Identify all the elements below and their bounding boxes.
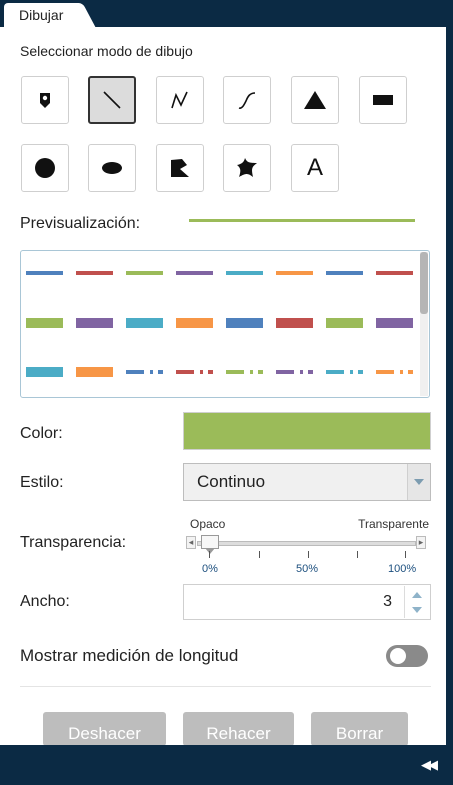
slider-tick-label: 50%	[296, 563, 319, 575]
line-style-swatch[interactable]	[126, 370, 163, 374]
line-style-swatch[interactable]	[376, 271, 413, 275]
line-style-swatch[interactable]	[76, 318, 113, 328]
line-icon	[103, 91, 121, 109]
collapse-panel-icon[interactable]: ◀◀	[421, 757, 438, 773]
line-style-swatch[interactable]	[326, 370, 363, 374]
line-style-swatch[interactable]	[326, 271, 363, 275]
slider-increment-button[interactable]: ▸	[416, 536, 426, 549]
slider-tick	[405, 551, 406, 558]
measure-toggle[interactable]	[386, 645, 428, 667]
clear-button[interactable]: Borrar	[311, 712, 408, 746]
slider-decrement-button[interactable]: ◂	[186, 536, 196, 549]
panel-border-right	[446, 27, 453, 745]
transparency-slider[interactable]	[197, 541, 416, 546]
transparency-label: Transparencia:	[20, 534, 127, 551]
width-value: 3	[383, 593, 392, 610]
line-style-swatch[interactable]	[26, 367, 63, 377]
tool-rectangle-button[interactable]	[359, 76, 407, 124]
line-style-swatch[interactable]	[276, 370, 313, 374]
slider-tick	[308, 551, 309, 558]
rectangle-icon	[373, 95, 393, 105]
line-preview	[189, 219, 415, 222]
line-style-swatch[interactable]	[276, 271, 313, 275]
triangle-icon	[304, 91, 326, 109]
width-label: Ancho:	[20, 593, 70, 610]
draw-mode-title: Seleccionar modo de dibujo	[20, 43, 193, 59]
measure-label: Mostrar medición de longitud	[20, 646, 239, 665]
color-picker[interactable]	[183, 412, 431, 450]
line-style-palette[interactable]	[20, 250, 430, 398]
tool-circle-button[interactable]	[21, 144, 69, 192]
tool-freehand-line-button[interactable]	[223, 76, 271, 124]
map-pin-icon	[40, 93, 50, 108]
chevron-down-icon[interactable]	[412, 607, 422, 613]
tool-ellipse-button[interactable]	[88, 144, 136, 192]
text-icon: A	[306, 154, 323, 181]
tab-draw[interactable]: Dibujar	[4, 3, 80, 27]
line-style-swatch[interactable]	[26, 318, 63, 328]
palette-scrollbar-thumb[interactable]	[420, 252, 428, 314]
line-style-swatch[interactable]	[76, 367, 113, 377]
tool-text-button[interactable]: A	[291, 144, 339, 192]
slider-tick-label: 100%	[388, 563, 417, 575]
line-style-swatch[interactable]	[176, 370, 213, 374]
line-style-swatches	[26, 271, 413, 377]
chevron-down-icon[interactable]	[407, 464, 430, 500]
line-style-swatch[interactable]	[76, 271, 113, 275]
line-style-swatch[interactable]	[376, 370, 413, 374]
freehand-polygon-icon	[237, 158, 257, 177]
tool-point-button[interactable]	[21, 76, 69, 124]
slider-tick	[259, 551, 260, 558]
circle-icon	[35, 158, 55, 178]
line-style-swatch[interactable]	[326, 318, 363, 328]
tool-line-button[interactable]	[88, 76, 136, 124]
style-select[interactable]: Continuo	[183, 463, 431, 501]
line-style-swatch[interactable]	[176, 271, 213, 275]
tool-polyline-button[interactable]	[156, 76, 204, 124]
line-style-swatch[interactable]	[226, 370, 263, 374]
freehand-line-icon	[238, 92, 256, 109]
transparency-slider-handle[interactable]	[201, 535, 219, 554]
style-select-value: Continuo	[197, 472, 266, 491]
tool-freehand-polygon-button[interactable]	[223, 144, 271, 192]
line-style-swatch[interactable]	[126, 271, 163, 275]
chevron-up-icon[interactable]	[412, 592, 422, 598]
slider-tick	[209, 551, 210, 558]
line-style-swatch[interactable]	[226, 271, 263, 275]
widget-header: Dibujar	[0, 0, 453, 27]
divider	[20, 686, 431, 687]
toggle-knob	[390, 648, 406, 664]
undo-button[interactable]: Deshacer	[43, 712, 166, 746]
polygon-icon	[171, 159, 189, 177]
transparency-max-label: Transparente	[358, 517, 429, 531]
width-stepper[interactable]	[404, 586, 429, 618]
transparency-min-label: Opaco	[190, 517, 226, 531]
line-style-swatch[interactable]	[376, 318, 413, 328]
widget-footer: ◀◀	[0, 745, 453, 785]
color-label: Color:	[20, 425, 63, 442]
slider-tick-label: 0%	[202, 563, 218, 575]
tab-draw-label: Dibujar	[19, 7, 64, 23]
line-style-swatch[interactable]	[276, 318, 313, 328]
slider-tick	[357, 551, 358, 558]
ellipse-icon	[102, 162, 122, 174]
line-style-swatch[interactable]	[26, 271, 63, 275]
line-style-swatch[interactable]	[176, 318, 213, 328]
polyline-icon	[171, 91, 188, 109]
tool-polygon-button[interactable]	[156, 144, 204, 192]
preview-label: Previsualización:	[20, 215, 141, 232]
line-style-swatch[interactable]	[126, 318, 163, 328]
tool-triangle-button[interactable]	[291, 76, 339, 124]
redo-button[interactable]: Rehacer	[183, 712, 294, 746]
style-label: Estilo:	[20, 474, 64, 491]
width-input[interactable]: 3	[183, 584, 431, 620]
line-style-swatch[interactable]	[226, 318, 263, 328]
